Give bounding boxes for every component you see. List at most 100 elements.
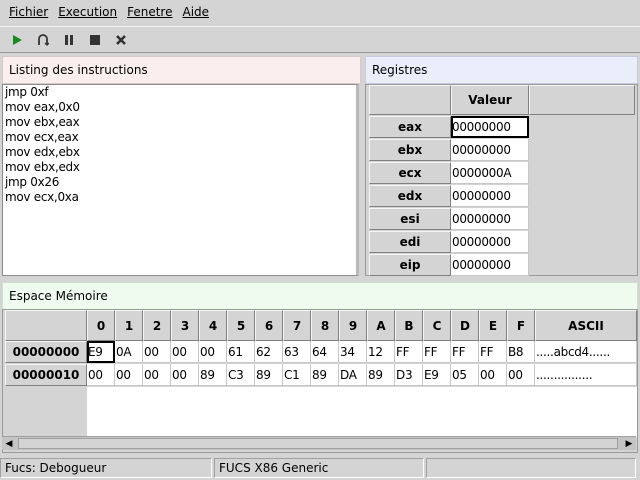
memory-column-header[interactable]: 6 xyxy=(255,310,283,341)
memory-column-header[interactable]: D xyxy=(451,310,479,341)
memory-byte-cell[interactable]: 00 xyxy=(115,364,143,386)
stop-button[interactable] xyxy=(82,28,108,52)
memory-column-header[interactable]: A xyxy=(367,310,395,341)
memory-byte-cell[interactable]: FF xyxy=(423,341,451,363)
memory-byte-cell[interactable]: 00 xyxy=(507,364,535,386)
register-name: esi xyxy=(369,208,451,230)
memory-column-header[interactable]: B xyxy=(395,310,423,341)
memory-byte-cell[interactable]: 34 xyxy=(339,341,367,363)
memory-column-header[interactable]: 8 xyxy=(311,310,339,341)
menu-fenetre[interactable]: Fenetre xyxy=(122,0,177,25)
register-value[interactable]: 0000000A xyxy=(451,162,529,184)
memory-ascii-cell[interactable]: ................ xyxy=(535,364,637,386)
register-value[interactable]: 00000000 xyxy=(451,208,529,230)
memory-byte-cell[interactable]: 0A xyxy=(115,341,143,363)
listing-line[interactable]: jmp 0xf xyxy=(5,85,49,100)
scrollbar-thumb[interactable] xyxy=(18,438,618,449)
listing-line[interactable]: mov ebx,edx xyxy=(5,160,80,175)
status-extra xyxy=(426,458,636,478)
registers-value-header[interactable]: Valeur xyxy=(451,85,529,115)
memory-column-header[interactable]: F xyxy=(507,310,535,341)
memory-byte-cell[interactable]: 00 xyxy=(87,364,115,386)
listing-line[interactable]: mov edx,ebx xyxy=(5,145,80,160)
memory-ascii-cell[interactable]: .....abcd4...... xyxy=(535,341,637,363)
memory-column-header[interactable]: C xyxy=(423,310,451,341)
listing-line[interactable]: mov ecx,0xa xyxy=(5,190,79,205)
menu-execution[interactable]: Execution xyxy=(53,0,122,25)
menu-fichier[interactable]: Fichier xyxy=(4,0,53,25)
register-value[interactable]: 00000000 xyxy=(451,185,529,207)
register-name: ebx xyxy=(369,139,451,161)
memory-byte-cell[interactable]: FF xyxy=(395,341,423,363)
menu-bar: Fichier Execution Fenetre Aide xyxy=(0,0,640,25)
stop-icon xyxy=(90,34,100,45)
registers-corner-header xyxy=(369,85,451,115)
listing-line[interactable]: mov eax,0x0 xyxy=(5,100,80,115)
memory-byte-cell[interactable]: B8 xyxy=(507,341,535,363)
scroll-left-icon[interactable]: ◀ xyxy=(2,437,16,450)
memory-address: 00000000 xyxy=(5,341,87,363)
memory-byte-cell[interactable]: 05 xyxy=(451,364,479,386)
memory-byte-cell[interactable]: 89 xyxy=(255,364,283,386)
memory-byte-cell[interactable]: FF xyxy=(479,341,507,363)
memory-byte-cell[interactable]: FF xyxy=(451,341,479,363)
pause-icon xyxy=(65,34,73,45)
registers-title: Registres xyxy=(365,56,638,84)
memory-byte-cell[interactable]: 00 xyxy=(143,364,171,386)
memory-byte-cell[interactable]: 64 xyxy=(311,341,339,363)
memory-byte-cell[interactable]: 00 xyxy=(199,341,227,363)
memory-horizontal-scrollbar[interactable]: ◀ ▶ xyxy=(2,436,636,450)
instruction-listing[interactable]: jmp 0xf mov eax,0x0 mov ebx,eax mov ecx,… xyxy=(2,84,359,276)
memory-column-header[interactable]: 3 xyxy=(171,310,199,341)
memory-column-header[interactable]: 1 xyxy=(115,310,143,341)
memory-byte-cell[interactable]: DA xyxy=(339,364,367,386)
register-name: eax xyxy=(369,116,451,138)
status-bar: Fucs: Debogueur FUCS X86 Generic xyxy=(0,456,640,480)
step-icon xyxy=(38,33,49,46)
memory-column-header[interactable]: 4 xyxy=(199,310,227,341)
memory-byte-cell[interactable]: 89 xyxy=(311,364,339,386)
memory-corner-header xyxy=(5,310,87,341)
scroll-right-icon[interactable]: ▶ xyxy=(622,437,636,450)
memory-column-header[interactable]: 0 xyxy=(87,310,115,341)
status-target: FUCS X86 Generic xyxy=(214,458,424,478)
memory-byte-cell[interactable]: 61 xyxy=(227,341,255,363)
registers-table: Valeur eax 00000000 ebx 00000000 ecx 000… xyxy=(365,84,638,276)
memory-byte-cell[interactable]: 00 xyxy=(479,364,507,386)
memory-byte-cell[interactable]: D3 xyxy=(395,364,423,386)
memory-column-header[interactable]: 2 xyxy=(143,310,171,341)
memory-byte-cell[interactable]: 00 xyxy=(171,364,199,386)
menu-aide[interactable]: Aide xyxy=(177,0,214,25)
listing-line[interactable]: mov ecx,eax xyxy=(5,130,79,145)
memory-column-header[interactable]: 5 xyxy=(227,310,255,341)
register-value[interactable]: 00000000 xyxy=(451,139,529,161)
memory-byte-cell[interactable]: E9 xyxy=(87,341,115,363)
pause-button[interactable] xyxy=(56,28,82,52)
register-value[interactable]: 00000000 xyxy=(451,254,529,276)
memory-byte-cell[interactable]: 63 xyxy=(283,341,311,363)
toolbar xyxy=(0,26,640,53)
memory-byte-cell[interactable]: E9 xyxy=(423,364,451,386)
memory-byte-cell[interactable]: 62 xyxy=(255,341,283,363)
run-button[interactable] xyxy=(4,28,30,52)
step-button[interactable] xyxy=(30,28,56,52)
memory-ascii-header[interactable]: ASCII xyxy=(535,310,637,341)
memory-byte-cell[interactable]: 00 xyxy=(143,341,171,363)
close-button[interactable] xyxy=(108,28,134,52)
memory-column-header[interactable]: 7 xyxy=(283,310,311,341)
close-x-icon xyxy=(116,34,126,45)
memory-byte-cell[interactable]: 89 xyxy=(367,364,395,386)
memory-column-header[interactable]: E xyxy=(479,310,507,341)
memory-byte-cell[interactable]: 00 xyxy=(171,341,199,363)
listing-line[interactable]: jmp 0x26 xyxy=(5,175,59,190)
memory-table: 0 1 2 3 4 5 6 7 8 9 A B C D E F ASCII 00… xyxy=(2,309,638,453)
memory-byte-cell[interactable]: 89 xyxy=(199,364,227,386)
memory-column-header[interactable]: 9 xyxy=(339,310,367,341)
memory-byte-cell[interactable]: 12 xyxy=(367,341,395,363)
memory-byte-cell[interactable]: C1 xyxy=(283,364,311,386)
listing-line[interactable]: mov ebx,eax xyxy=(5,115,80,130)
register-value[interactable]: 00000000 xyxy=(451,231,529,253)
memory-empty-area xyxy=(87,387,637,437)
register-value[interactable]: 00000000 xyxy=(451,116,529,138)
memory-byte-cell[interactable]: C3 xyxy=(227,364,255,386)
